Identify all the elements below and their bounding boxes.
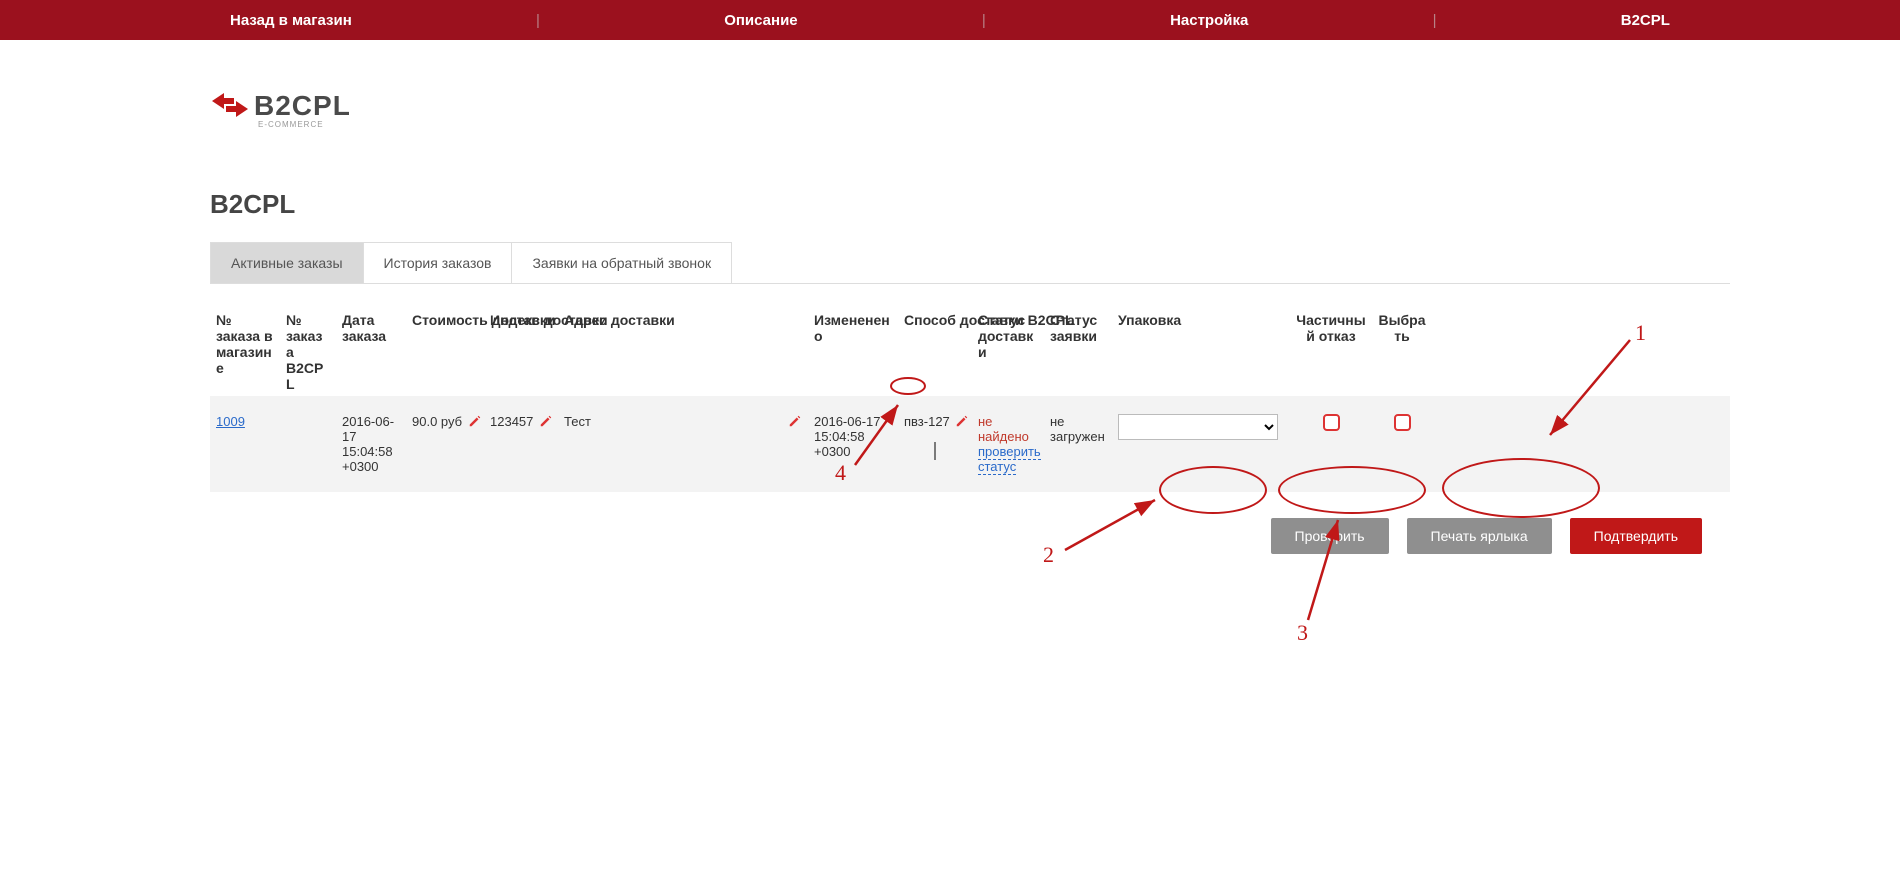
col-request-status: Статус заявки — [1044, 308, 1112, 348]
confirm-button[interactable]: Подтвердить — [1570, 518, 1702, 554]
tab-order-history[interactable]: История заказов — [363, 242, 513, 283]
edit-address-icon[interactable] — [788, 414, 802, 431]
annotation-ellipse-2 — [1159, 466, 1267, 514]
tabs: Активные заказы История заказов Заявки н… — [210, 242, 1730, 284]
packaging-select[interactable] — [1118, 414, 1278, 440]
edit-cost-icon[interactable] — [468, 414, 482, 431]
nav-brand[interactable]: B2CPL — [1621, 12, 1670, 29]
cell-request-status: не загружен — [1044, 410, 1112, 448]
logo-area: B2CPL E-COMMERCE — [210, 90, 1730, 129]
annotation-ellipse-4 — [890, 377, 926, 395]
cell-delivery-method: пвз-127 — [904, 414, 950, 429]
nav-settings[interactable]: Настройка — [1170, 12, 1248, 29]
col-delivery-cost: Стоимость доставки — [406, 308, 484, 332]
page-title: B2CPL — [210, 189, 1730, 220]
check-status-link[interactable]: проверить статус — [978, 444, 1041, 475]
logo-subtitle: E-COMMERCE — [258, 120, 1730, 129]
cell-b2cpl-order — [280, 410, 336, 418]
annotation-number-3: 3 — [1297, 620, 1308, 646]
top-nav: Назад в магазин | Описание | Настройка |… — [0, 0, 1900, 40]
tab-callback-requests[interactable]: Заявки на обратный звонок — [511, 242, 732, 283]
edit-method-icon[interactable] — [955, 414, 969, 431]
cell-order-date: 2016-06-17 15:04:58 +0300 — [336, 410, 406, 478]
shop-order-link[interactable]: 1009 — [216, 414, 245, 429]
logo-icon — [210, 91, 250, 122]
annotation-ellipse-confirm — [1442, 458, 1600, 518]
cell-delivery-index: 123457 — [490, 414, 533, 429]
col-shop-order: № заказа в магазине — [210, 308, 280, 380]
annotation-ellipse-3 — [1278, 466, 1426, 514]
col-delivery-index: Индекс доставки — [484, 308, 558, 332]
edit-index-icon[interactable] — [539, 414, 553, 431]
nav-description[interactable]: Описание — [724, 12, 797, 29]
delivery-status-text: не найдено — [978, 414, 1029, 444]
page-container: B2CPL E-COMMERCE B2CPL Активные заказы И… — [170, 40, 1730, 594]
cell-delivery-address: Тест — [564, 414, 591, 429]
cell-delivery-cost: 90.0 руб — [412, 414, 462, 429]
col-delivery-status: Статус доставки — [972, 308, 1044, 364]
print-label-button[interactable]: Печать ярлыка — [1407, 518, 1552, 554]
col-partial-refuse: Частичный отказ — [1290, 308, 1372, 348]
col-changed: Измененено — [808, 308, 898, 348]
partial-refuse-checkbox[interactable] — [1323, 414, 1340, 431]
nav-back[interactable]: Назад в магазин — [230, 12, 352, 29]
col-delivery-method: Способ доставки B2CPL — [898, 308, 972, 332]
select-checkbox[interactable] — [1394, 414, 1411, 431]
logo-text: B2CPL — [254, 90, 351, 122]
col-select: Выбрать — [1372, 308, 1432, 348]
col-delivery-address: Адрес доставки — [558, 308, 808, 332]
col-packaging: Упаковка — [1112, 308, 1290, 332]
col-b2cpl-order: № заказа B2CPL — [280, 308, 336, 396]
nav-sep: | — [536, 12, 540, 29]
cell-changed: 2016-06-17 15:04:58 +0300 — [808, 410, 898, 463]
tab-active-orders[interactable]: Активные заказы — [210, 242, 364, 283]
col-order-date: Дата заказа — [336, 308, 406, 348]
action-bar: Проверить Печать ярлыка Подтвердить — [210, 518, 1730, 554]
check-button[interactable]: Проверить — [1271, 518, 1389, 554]
nav-sep: | — [982, 12, 986, 29]
nav-sep: | — [1433, 12, 1437, 29]
